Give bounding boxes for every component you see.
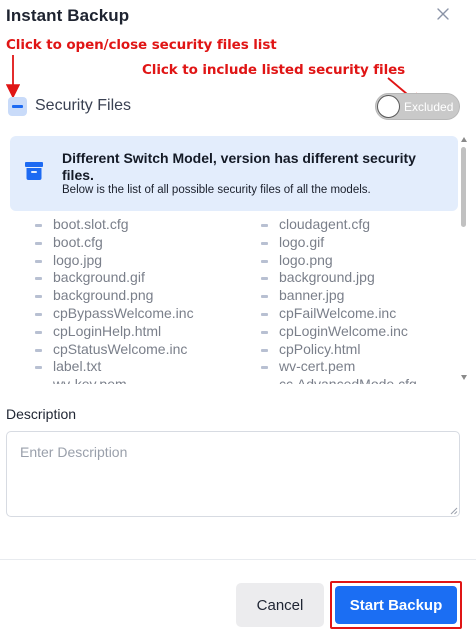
close-icon[interactable] xyxy=(436,7,450,21)
file-name: cpPolicy.html xyxy=(279,340,361,357)
security-files-list-area[interactable]: Different Switch Model, version has diff… xyxy=(6,134,462,384)
file-name: wv-key.pem xyxy=(53,376,127,384)
scroll-up-icon[interactable] xyxy=(461,137,467,142)
toggle-label: Excluded xyxy=(404,100,454,114)
info-banner: Different Switch Model, version has diff… xyxy=(10,136,458,211)
file-name: logo.png xyxy=(279,251,333,268)
file-name: cpLoginWelcome.inc xyxy=(279,322,408,339)
bullet-icon xyxy=(261,241,268,245)
dialog-title: Instant Backup xyxy=(6,6,130,25)
bullet-icon xyxy=(35,366,42,370)
file-name: banner.jpg xyxy=(279,287,345,304)
list-scrollbar[interactable] xyxy=(460,137,468,381)
bullet-icon xyxy=(35,348,42,352)
file-name: logo.gif xyxy=(279,233,325,250)
bullet-icon xyxy=(261,348,268,352)
start-backup-highlight: Start Backup xyxy=(330,581,462,629)
file-name: background.png xyxy=(53,287,154,304)
toggle-knob xyxy=(377,95,400,118)
file-name: cc.AdvancedMode.cfg xyxy=(279,376,417,384)
file-name: boot.cfg xyxy=(53,233,103,250)
bullet-icon xyxy=(261,259,268,263)
security-files-toggle[interactable]: Excluded xyxy=(375,93,460,120)
description-field[interactable] xyxy=(6,431,460,517)
file-name: cloudagent.cfg xyxy=(279,216,371,232)
bullet-icon xyxy=(35,224,42,227)
bullet-icon xyxy=(261,330,268,334)
file-name: wv-cert.pem xyxy=(279,358,356,375)
bullet-icon xyxy=(35,313,42,316)
file-name: background.jpg xyxy=(279,269,375,286)
archive-box-icon xyxy=(25,162,43,180)
info-subtitle: Below is the list of all possible securi… xyxy=(62,184,371,196)
security-files-label: Security Files xyxy=(35,97,132,114)
scroll-down-icon[interactable] xyxy=(461,375,467,380)
bullet-icon xyxy=(261,295,268,299)
file-name: cpStatusWelcome.inc xyxy=(53,340,188,357)
start-backup-button[interactable]: Start Backup xyxy=(335,586,457,624)
description-label: Description xyxy=(6,406,77,422)
bullet-icon xyxy=(261,313,268,316)
file-name: logo.jpg xyxy=(53,251,103,268)
bullet-icon xyxy=(35,259,42,263)
bullet-icon xyxy=(261,224,268,227)
bullet-icon xyxy=(261,366,268,370)
info-title: Different Switch Model, version has diff… xyxy=(62,150,416,183)
file-name: label.txt xyxy=(53,358,102,375)
scrollbar-thumb[interactable] xyxy=(461,147,466,227)
file-name: cpFailWelcome.inc xyxy=(279,305,397,321)
file-name: cpLoginHelp.html xyxy=(53,322,162,339)
footer-divider xyxy=(0,559,476,560)
annotation-open-close: Click to open/close security files list xyxy=(6,37,277,53)
cancel-button[interactable]: Cancel xyxy=(236,583,324,627)
file-name: cpBypassWelcome.inc xyxy=(53,305,194,321)
bullet-icon xyxy=(35,277,42,281)
bullet-icon xyxy=(35,241,42,245)
file-name: background.gif xyxy=(53,269,145,286)
bullet-icon xyxy=(35,295,42,299)
file-name: boot.slot.cfg xyxy=(53,216,129,232)
bullet-icon xyxy=(35,330,42,334)
annotation-include: Click to include listed security files xyxy=(142,62,406,78)
minus-icon[interactable] xyxy=(8,97,27,116)
bullet-icon xyxy=(261,277,268,281)
